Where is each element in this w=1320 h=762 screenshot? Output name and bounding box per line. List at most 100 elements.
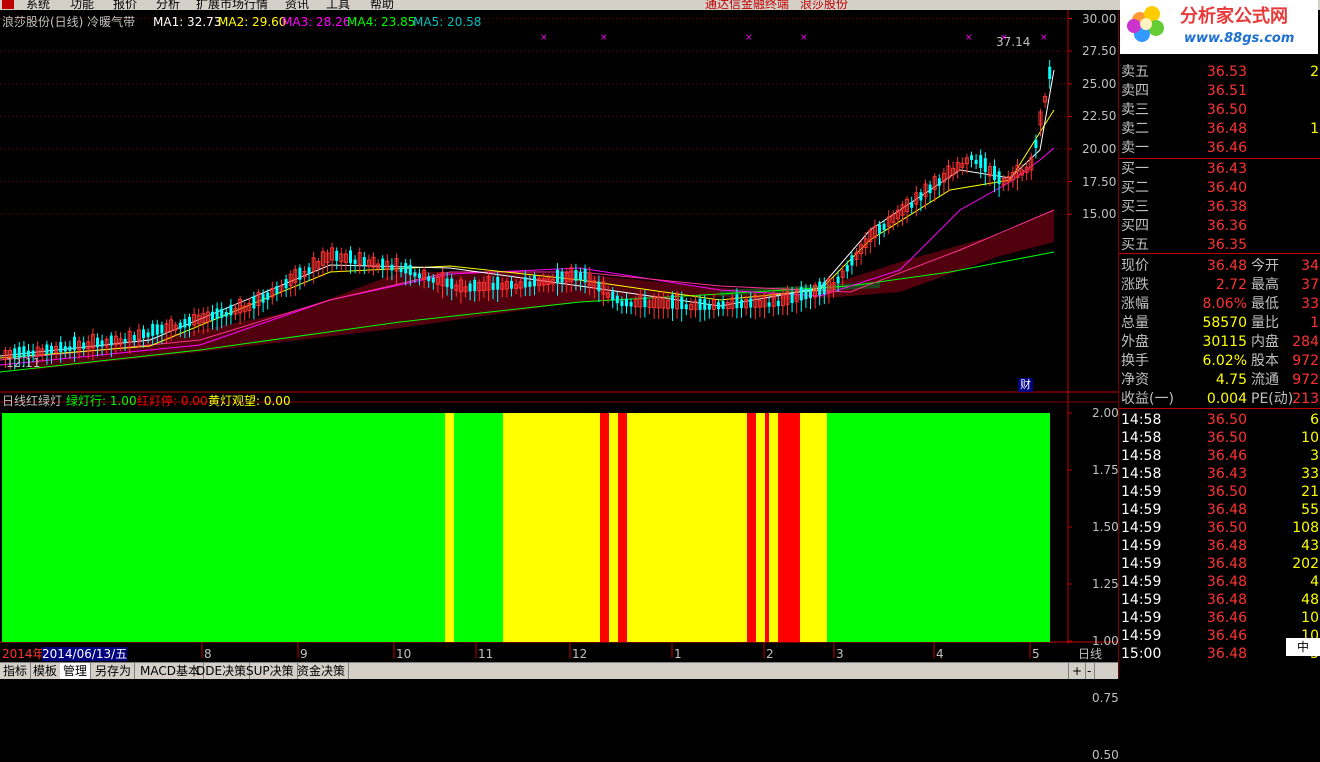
tick-price: 36.48: [1206, 556, 1247, 572]
tick-time: 14:59: [1121, 538, 1162, 554]
candle-body: [583, 268, 587, 283]
menu-quote[interactable]: 报价: [113, 0, 137, 10]
ask-level-label: 卖二: [1121, 121, 1149, 137]
ma2-label: MA2: 29.60: [218, 15, 287, 29]
date-axis-year: 2014年: [2, 647, 45, 661]
tick-row[interactable]: 14:58 36.46 3: [1119, 447, 1320, 465]
candle-body: [418, 273, 421, 278]
tab-sup-decision[interactable]: SUP决策: [243, 663, 298, 679]
bid-row[interactable]: 买三 36.38: [1119, 198, 1320, 216]
stat-row[interactable]: 外盘 30115 内盘 284: [1119, 333, 1320, 351]
ask-row[interactable]: 卖三 36.50: [1119, 101, 1320, 119]
tick-volume: 4: [1310, 574, 1319, 590]
candle-body: [510, 280, 513, 289]
tab-save-as[interactable]: 另存为: [92, 663, 136, 679]
tick-row[interactable]: 14:58 36.50 10: [1119, 429, 1320, 447]
stock-name-title: 浪莎股份: [800, 0, 849, 10]
menu-help[interactable]: 帮助: [370, 0, 394, 10]
kline-chart[interactable]: × × × × × × ×: [0, 10, 1118, 662]
menu-function[interactable]: 功能: [70, 0, 94, 10]
tick-row[interactable]: 14:58 36.50 6: [1119, 411, 1320, 429]
menu-tools[interactable]: 工具: [326, 0, 350, 10]
stat-row[interactable]: 换手 6.02% 股本 972: [1119, 352, 1320, 370]
candle-body: [183, 319, 187, 328]
menu-system[interactable]: 系统: [26, 0, 50, 10]
stat-row[interactable]: 涨幅 8.06% 最低 33: [1119, 295, 1320, 313]
menu-news[interactable]: 资讯: [285, 0, 309, 10]
tick-row[interactable]: 14:59 36.50 108: [1119, 519, 1320, 537]
tab-manage[interactable]: 管理: [60, 663, 92, 679]
candle-body: [390, 264, 394, 271]
chart-area[interactable]: × × × × × × × 浪莎股份(日线) 冷暖气带 MA1: 32.73 MA2: 29…: [0, 10, 1119, 762]
price-axis-label: 15.00: [1082, 207, 1117, 222]
stat-row[interactable]: 净资 4.75 流通 972: [1119, 371, 1320, 389]
bid-row[interactable]: 买二 36.40: [1119, 179, 1320, 197]
ask-row[interactable]: 卖四 36.51: [1119, 82, 1320, 100]
tick-row[interactable]: 14:59 36.48 55: [1119, 501, 1320, 519]
tick-row[interactable]: 14:59 36.50 21: [1119, 483, 1320, 501]
candle-body: [109, 335, 113, 346]
stat-row[interactable]: 涨跌 2.72 最高 37: [1119, 276, 1320, 294]
quote-divider: [1119, 158, 1320, 159]
tick-row[interactable]: 14:59 36.48 202: [1119, 555, 1320, 573]
brand-url: www.88gs.com: [1184, 31, 1295, 46]
tab-dde-decision[interactable]: DDE决策: [193, 663, 251, 679]
bid-row[interactable]: 买一 36.43: [1119, 160, 1320, 178]
month-label: 3: [836, 647, 844, 661]
candle-body: [468, 283, 472, 292]
stat-label: 换手: [1121, 353, 1149, 369]
ime-indicator[interactable]: 中: [1286, 638, 1320, 656]
ask-row[interactable]: 卖五 36.53 2: [1119, 63, 1320, 81]
tick-row[interactable]: 14:59 36.48 48: [1119, 591, 1320, 609]
candle-body: [979, 155, 983, 168]
tab-indicator[interactable]: 指标: [0, 663, 32, 679]
candle-body: [983, 158, 987, 172]
indicator-axis-label: 1.75: [1092, 463, 1119, 477]
bid-level-label: 买二: [1121, 180, 1149, 196]
finance-marker[interactable]: 财: [1018, 378, 1033, 392]
tick-volume: 33: [1301, 466, 1319, 482]
candle-body: [721, 300, 725, 309]
bid-row[interactable]: 买五 36.35: [1119, 236, 1320, 254]
candle-body: [275, 286, 279, 295]
bid-row[interactable]: 买四 36.36: [1119, 217, 1320, 235]
tick-volume: 108: [1292, 520, 1319, 536]
stat-value: 213: [1292, 391, 1319, 407]
price-axis-label: 25.00: [1082, 76, 1117, 91]
tick-time: 14:59: [1121, 628, 1162, 644]
signal-bar-yellow: [609, 413, 618, 642]
tick-row[interactable]: 14:58 36.43 33: [1119, 465, 1320, 483]
tab-fund-decision[interactable]: 资金决策: [294, 663, 350, 679]
tick-row[interactable]: 14:59 36.48 43: [1119, 537, 1320, 555]
tick-price: 36.46: [1206, 610, 1247, 626]
tick-volume: 55: [1301, 502, 1319, 518]
tick-row[interactable]: 14:59 36.46 10: [1119, 609, 1320, 627]
candle-body: [625, 298, 628, 307]
tick-price: 36.46: [1206, 448, 1247, 464]
tab-template[interactable]: 模板: [30, 663, 62, 679]
stat-row[interactable]: 总量 58570 量比 1: [1119, 314, 1320, 332]
menu-analysis[interactable]: 分析: [156, 0, 180, 10]
ask-row[interactable]: 卖一 36.46: [1119, 139, 1320, 157]
stat-row[interactable]: 现价 36.48 今开 34: [1119, 257, 1320, 275]
high-price-annotation: 37.14: [996, 35, 1031, 49]
candle-body: [629, 301, 633, 307]
candle-body: [597, 281, 601, 292]
menu-extended-market[interactable]: 扩展市场行情: [196, 0, 268, 10]
ask-row[interactable]: 卖二 36.48 1: [1119, 120, 1320, 138]
tick-row[interactable]: 14:59 36.48 4: [1119, 573, 1320, 591]
candle-body: [528, 281, 532, 287]
candle-body: [579, 272, 582, 281]
stat-row[interactable]: 收益(一) 0.004 PE(动) 213: [1119, 390, 1320, 408]
tick-volume: 10: [1301, 610, 1319, 626]
candle-body: [450, 278, 454, 289]
indicator-axis-label: 1.00: [1092, 634, 1119, 648]
tick-volume: 48: [1301, 592, 1319, 608]
candle-body: [100, 340, 104, 347]
zoom-out-button[interactable]: -: [1084, 663, 1096, 679]
candle-body: [284, 279, 288, 289]
tick-volume: 3: [1310, 448, 1319, 464]
candle-body: [45, 344, 49, 354]
candle-body: [50, 345, 53, 354]
period-label[interactable]: 日线: [1078, 647, 1102, 661]
